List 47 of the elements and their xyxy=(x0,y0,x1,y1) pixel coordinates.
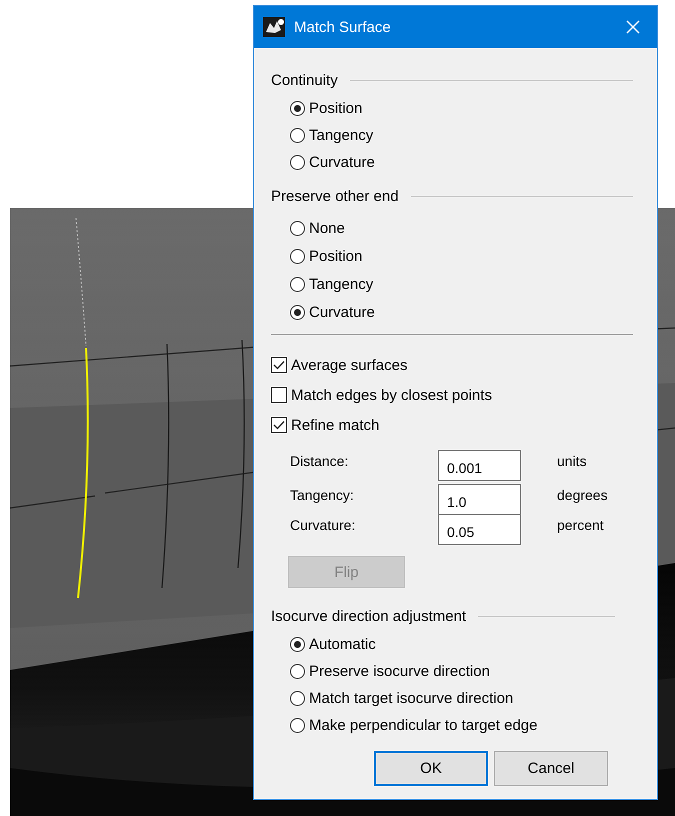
radio-button[interactable] xyxy=(290,248,305,264)
radio-button[interactable] xyxy=(290,101,305,116)
radio-option[interactable]: Position xyxy=(271,95,362,122)
radio-option[interactable]: Preserve isocurve direction xyxy=(271,658,490,685)
input-field[interactable]: 0.001 xyxy=(438,450,521,481)
window-title: Match Surface xyxy=(294,18,392,36)
app-icon xyxy=(263,17,285,37)
radio-option[interactable]: Tangency xyxy=(271,270,374,298)
checkbox-option[interactable]: Match edges by closest points xyxy=(271,380,492,410)
checkbox[interactable] xyxy=(271,387,287,403)
radio-button[interactable] xyxy=(290,637,305,652)
radio-button[interactable] xyxy=(290,664,305,679)
checkmark-icon xyxy=(273,360,285,370)
checkbox[interactable] xyxy=(271,357,287,373)
radio-button[interactable] xyxy=(290,128,305,143)
checkbox[interactable] xyxy=(271,417,287,433)
group-heading: Continuity xyxy=(271,72,338,88)
group-heading: Preserve other end xyxy=(271,188,399,204)
checkbox-option[interactable]: Average surfaces xyxy=(271,350,408,380)
input-field[interactable]: 1.0 xyxy=(438,484,521,515)
checkmark-icon xyxy=(273,420,285,430)
field-label: Curvature: xyxy=(290,516,356,533)
radio-option[interactable]: Position xyxy=(271,242,362,270)
checkbox-option[interactable]: Refine match xyxy=(271,410,380,440)
radio-button[interactable] xyxy=(290,304,305,320)
unit-label: percent xyxy=(556,516,605,533)
cancel-button[interactable]: Cancel xyxy=(494,751,608,786)
radio-option[interactable]: Curvature xyxy=(271,298,375,326)
radio-option[interactable]: Match target isocurve direction xyxy=(271,685,514,712)
radio-option[interactable]: Curvature xyxy=(271,149,375,176)
close-icon xyxy=(626,20,640,34)
group-heading: Isocurve direction adjustment xyxy=(271,608,466,624)
input-field[interactable]: 0.05 xyxy=(438,514,521,545)
radio-option[interactable]: Make perpendicular to target edge xyxy=(271,712,538,739)
field-label: Tangency: xyxy=(290,486,355,503)
unit-label: units xyxy=(556,452,588,469)
radio-button[interactable] xyxy=(290,691,305,706)
radio-button[interactable] xyxy=(290,718,305,733)
radio-option[interactable]: Automatic xyxy=(271,631,376,658)
unit-label: degrees xyxy=(556,486,609,503)
field-label: Distance: xyxy=(290,452,350,469)
ok-button[interactable]: OK xyxy=(374,751,488,786)
radio-option[interactable]: None xyxy=(271,214,345,242)
radio-option[interactable]: Tangency xyxy=(271,122,374,149)
radio-button[interactable] xyxy=(290,220,305,236)
radio-button[interactable] xyxy=(290,276,305,292)
radio-button[interactable] xyxy=(290,155,305,170)
